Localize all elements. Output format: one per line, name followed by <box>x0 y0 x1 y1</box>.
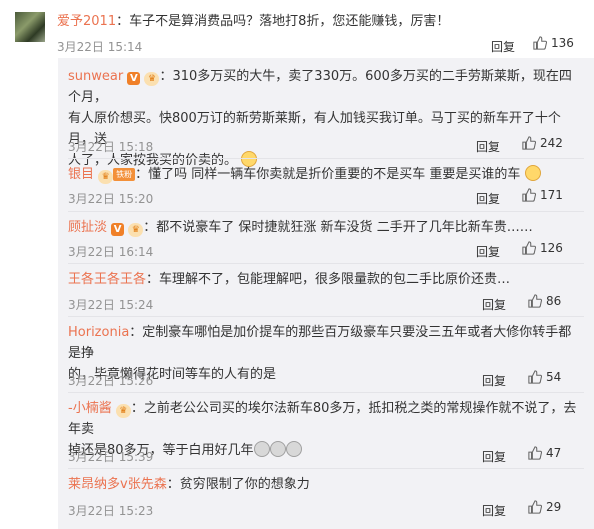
like-count: 54 <box>546 370 562 384</box>
reply-button[interactable]: 回复 <box>482 296 506 313</box>
reply-text: 莱昂纳多v张先森：贫穷限制了你的想象力 <box>68 477 310 492</box>
thumb-up-icon <box>528 500 542 514</box>
v-badge-icon: V <box>127 72 141 85</box>
reply-time: 3月22日 16:14 <box>68 245 154 259</box>
thumb-up-icon <box>522 136 536 150</box>
divider <box>68 392 584 393</box>
reply-time: 3月22日 15:24 <box>68 298 154 312</box>
username-link[interactable]: Horizonia <box>68 325 129 340</box>
thumb-up-icon <box>528 370 542 384</box>
reply-text: -小楠酱 ♛ ：之前老公公司买的埃尔法新车80多万，抵扣税之类的常规操作就不说了，… <box>68 401 577 437</box>
reply-item: 银目 ♛ 铁粉 ：懂了吗 同样一辆车你卖就是折价重要的不是买车 重要是买谁的车 <box>68 164 582 185</box>
v-badge-icon: V <box>111 223 125 236</box>
thumb-up-icon <box>528 446 542 460</box>
like-count: 126 <box>540 241 563 255</box>
like-count: 29 <box>546 500 562 514</box>
like-button[interactable]: 47 <box>528 446 561 460</box>
reply-item: 顾扯淡 V ♛ ：都不说豪车了 保时捷就狂涨 新车没货 二手开了几年比新车贵…… <box>68 217 582 238</box>
member-level-icon: ♛ <box>98 170 114 184</box>
divider <box>68 468 584 469</box>
username-link[interactable]: 银目 <box>68 167 94 182</box>
reply-text: Horizonia：定制豪车哪怕是加价提车的那些百万级豪车只要没三五年或者大修你… <box>68 325 572 361</box>
like-button[interactable]: 171 <box>522 188 563 202</box>
reply-button[interactable]: 回复 <box>476 243 500 260</box>
member-level-icon: ♛ <box>115 404 131 418</box>
like-count: 242 <box>540 136 563 150</box>
reply-text: 王各王各王各：车理解不了，包能理解吧，很多限量款的包二手比原价还贵… <box>68 272 511 287</box>
reply-time: 3月22日 15:18 <box>68 140 154 154</box>
divider <box>68 316 584 317</box>
top-comment: 爱予2011：车子不是算消费品吗？落地打8折，您还能赚钱，厉害！ 3月22日 1… <box>0 0 594 58</box>
divider <box>68 158 584 159</box>
username-link[interactable]: sunwear <box>68 69 123 84</box>
thumb-up-icon <box>522 241 536 255</box>
reply-text: 银目 ♛ 铁粉 ：懂了吗 同样一辆车你卖就是折价重要的不是买车 重要是买谁的车 <box>68 164 582 185</box>
wink-emoji-icon <box>524 165 541 181</box>
username-link[interactable]: 顾扯淡 <box>68 220 107 235</box>
reply-item: sunwear V ♛ ：310多万买的大牛，卖了330万。600多万买的二手劳斯… <box>68 66 582 171</box>
reply-button[interactable]: 回复 <box>482 502 506 519</box>
reply-item: 莱昂纳多v张先森：贫穷限制了你的想象力 <box>68 474 582 495</box>
reply-button[interactable]: 回复 <box>491 38 515 55</box>
reply-button[interactable]: 回复 <box>482 448 506 465</box>
like-button[interactable]: 29 <box>528 500 561 514</box>
username-link[interactable]: -小楠酱 <box>68 401 112 416</box>
fan-badge: 铁粉 <box>113 168 136 181</box>
reply-text: 顾扯淡 V ♛ ：都不说豪车了 保时捷就狂涨 新车没货 二手开了几年比新车贵…… <box>68 220 533 237</box>
reply-item: 王各王各王各：车理解不了，包能理解吧，很多限量款的包二手比原价还贵… <box>68 269 582 290</box>
comment-time: 3月22日 15:14 <box>57 40 143 54</box>
like-count: 171 <box>540 188 563 202</box>
divider <box>68 211 584 212</box>
like-button[interactable]: 242 <box>522 136 563 150</box>
divider <box>68 263 584 264</box>
thumb-up-icon <box>522 188 536 202</box>
reply-time: 3月22日 15:23 <box>68 504 154 518</box>
reply-time: 3月22日 15:26 <box>68 374 154 388</box>
like-count: 86 <box>546 294 562 308</box>
like-count: 136 <box>551 36 574 50</box>
reply-button[interactable]: 回复 <box>482 372 506 389</box>
username-link[interactable]: 王各王各王各 <box>68 272 146 287</box>
reply-text: sunwear V ♛ ：310多万买的大牛，卖了330万。600多万买的二手劳斯… <box>68 69 572 105</box>
like-button[interactable]: 126 <box>522 241 563 255</box>
reply-time: 3月22日 15:39 <box>68 450 154 464</box>
thumb-up-icon <box>528 294 542 308</box>
like-count: 47 <box>546 446 562 460</box>
like-button[interactable]: 86 <box>528 294 561 308</box>
username-link[interactable]: 爱予2011 <box>57 14 116 29</box>
member-level-icon: ♛ <box>128 223 144 237</box>
member-level-icon: ♛ <box>144 72 160 86</box>
thumb-up-icon <box>533 36 547 50</box>
username-link[interactable]: 莱昂纳多v张先森 <box>68 477 167 492</box>
reply-time: 3月22日 15:20 <box>68 192 154 206</box>
comment-text: 爱予2011：车子不是算消费品吗？落地打8折，您还能赚钱，厉害！ <box>57 14 450 29</box>
like-button[interactable]: 54 <box>528 370 561 384</box>
avatar[interactable] <box>15 12 45 42</box>
like-button[interactable]: 136 <box>533 36 574 50</box>
reply-button[interactable]: 回复 <box>476 190 500 207</box>
reply-button[interactable]: 回复 <box>476 138 500 155</box>
